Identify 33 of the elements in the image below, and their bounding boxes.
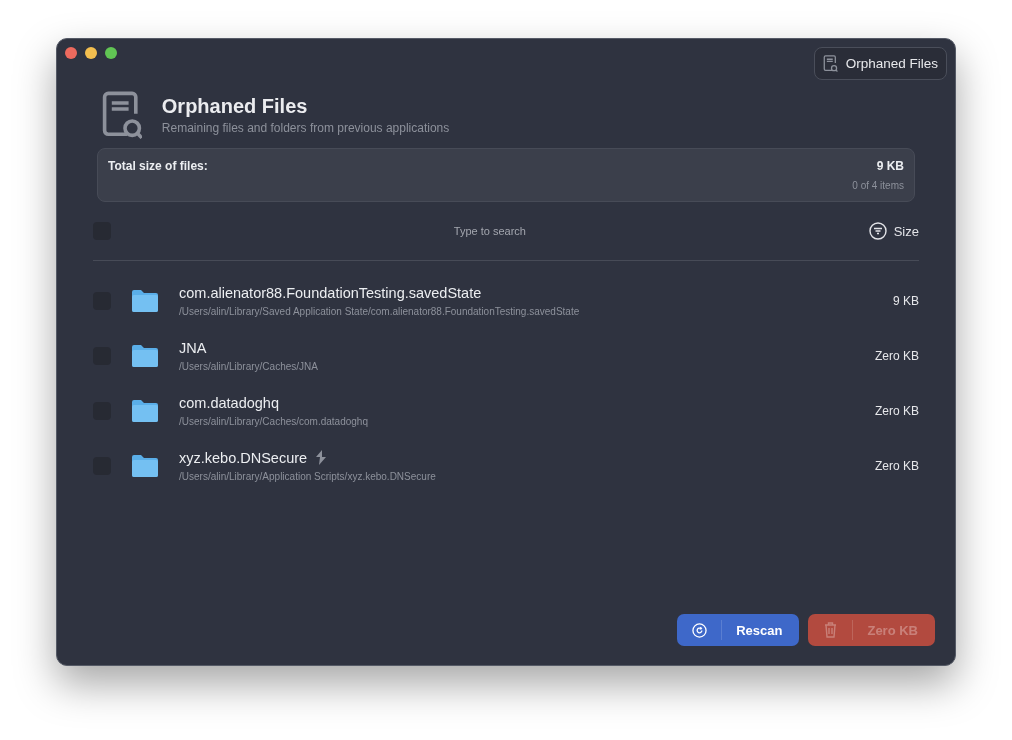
folder-icon [131, 398, 159, 423]
file-size: 9 KB [893, 293, 919, 308]
filter-icon [868, 222, 887, 240]
file-path: /Users/alin/Library/Caches/JNA [179, 360, 319, 372]
orphaned-files-button[interactable]: Orphaned Files [814, 47, 947, 80]
file-size: Zero KB [875, 403, 919, 418]
file-path: /Users/alin/Library/Saved Application State/com.alienator88.FoundationTesting.savedState [179, 305, 581, 317]
total-size: 9 KB [876, 159, 904, 173]
search-field[interactable]: Type to search [111, 224, 869, 238]
trash-icon [823, 622, 837, 638]
folder-icon [131, 288, 159, 313]
close-button[interactable] [65, 47, 77, 59]
folder-icon [131, 453, 159, 478]
document-search-icon [823, 55, 838, 72]
file-path: /Users/alin/Library/Application Scripts/xyz.kebo.DNSecure [179, 470, 437, 482]
item-count: 0 of 4 items [852, 180, 904, 191]
file-name: com.alienator88.FoundationTesting.savedState [179, 284, 482, 301]
folder-icon [131, 343, 159, 368]
minimize-button[interactable] [85, 47, 97, 59]
refresh-icon [691, 622, 707, 638]
document-search-icon [101, 91, 142, 139]
file-path: /Users/alin/Library/Caches/com.datadoghq [179, 415, 369, 427]
page-subtitle: Remaining files and folders from previous applications [161, 121, 450, 135]
page-title: Orphaned Files [161, 95, 309, 118]
file-name: com.datadoghq [179, 394, 279, 411]
rescan-button[interactable]: Rescan [677, 614, 800, 646]
summary-label: Total size of files: [108, 159, 208, 175]
sort-button[interactable]: Size [868, 222, 919, 240]
file-name: xyz.kebo.DNSecure [179, 449, 308, 466]
file-size: Zero KB [875, 348, 919, 363]
file-size: Zero KB [875, 458, 919, 473]
zoom-button[interactable] [105, 47, 117, 59]
file-name: JNA [179, 339, 207, 356]
